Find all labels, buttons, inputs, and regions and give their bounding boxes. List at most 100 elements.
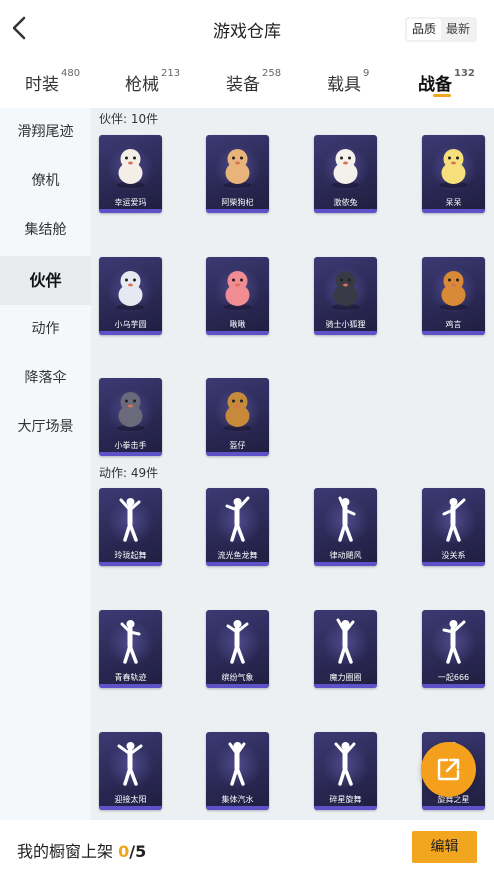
- showcase-status: 我的橱窗上架 0/5: [17, 838, 146, 862]
- tab-count: 480: [61, 68, 81, 79]
- sort-option-quality[interactable]: 品质: [407, 19, 441, 40]
- emote-card[interactable]: 集体汽水: [206, 732, 269, 810]
- tab-count: 9: [363, 68, 370, 79]
- item-grid: 伙伴: 10件 幸运爱玛 阿柴狗杞 激依兔 呆呆 小乌芋圆 啾啾 骑士小狐狸 鸡…: [91, 108, 494, 820]
- dancer-silhouette-icon: [225, 496, 250, 542]
- sidebar-item-companion[interactable]: 伙伴: [0, 256, 91, 305]
- tab-vehicles[interactable]: 载具9: [327, 68, 370, 95]
- sidebar-item-rally-pod[interactable]: 集结舱: [0, 206, 91, 255]
- tab-equipment[interactable]: 装备258: [226, 68, 281, 95]
- dancer-silhouette-icon: [336, 618, 355, 664]
- section-label-emote: 动作: 49件: [99, 466, 159, 480]
- companion-card[interactable]: 阿柴狗杞: [206, 135, 269, 213]
- card-stripe: [206, 806, 269, 810]
- companion-figure-icon: [439, 271, 468, 310]
- card-stripe: [422, 562, 485, 566]
- card-stripe: [314, 806, 377, 810]
- sidebar-item-wingman[interactable]: 僚机: [0, 157, 91, 206]
- companion-name: 阿柴狗杞: [221, 198, 254, 207]
- card-stripe: [206, 331, 269, 335]
- card-stripe: [99, 806, 162, 810]
- companion-card[interactable]: 骑士小狐狸: [314, 257, 377, 335]
- card-stripe: [99, 684, 162, 688]
- emote-card[interactable]: 玲珑起舞: [99, 488, 162, 566]
- edit-button[interactable]: 编辑: [412, 831, 477, 863]
- card-stripe: [99, 452, 162, 456]
- companion-figure-icon: [223, 392, 252, 431]
- app-root: 游戏仓库 品质 最新 时装480 枪械213 装备258 载具9 战备132 滑…: [0, 0, 494, 875]
- card-stripe: [99, 209, 162, 213]
- emote-card[interactable]: 没关系: [422, 488, 485, 566]
- companion-card[interactable]: 小拳击手: [99, 378, 162, 456]
- showcase-count: 0: [118, 842, 130, 861]
- card-stripe: [206, 562, 269, 566]
- tab-count: 213: [161, 68, 181, 79]
- emote-card[interactable]: 魔力圈圈: [314, 610, 377, 688]
- dancer-silhouette-icon: [120, 620, 141, 664]
- sort-toggle[interactable]: 品质 最新: [405, 17, 477, 42]
- companion-figure-icon: [223, 271, 252, 310]
- emote-card[interactable]: 流光鱼龙舞: [206, 488, 269, 566]
- sidebar-item-parachute[interactable]: 降落伞: [0, 354, 91, 403]
- emote-card[interactable]: 一起666: [422, 610, 485, 688]
- emote-name: 青春轨迹: [114, 673, 147, 682]
- companion-card[interactable]: 盔仔: [206, 378, 269, 456]
- dancer-silhouette-icon: [228, 742, 246, 786]
- section-label-companion: 伙伴: 10件: [99, 112, 159, 126]
- companion-card[interactable]: 鸡言: [422, 257, 485, 335]
- emote-card[interactable]: 迎接太阳: [99, 732, 162, 810]
- dancer-silhouette-icon: [117, 742, 143, 786]
- card-stripe: [206, 209, 269, 213]
- active-tab-indicator: [433, 94, 451, 97]
- sidebar-item-emote[interactable]: 动作: [0, 305, 91, 354]
- companion-card[interactable]: 呆呆: [422, 135, 485, 213]
- emote-name: 律动飓风: [329, 551, 362, 560]
- emote-name: 没关系: [441, 551, 466, 560]
- tab-combat-prep[interactable]: 战备132: [418, 68, 475, 95]
- dancer-silhouette-icon: [442, 498, 466, 542]
- companion-name: 激依兔: [333, 198, 358, 207]
- card-stripe: [206, 452, 269, 456]
- dancer-silhouette-icon: [334, 742, 356, 786]
- sidebar: 滑翔尾迹 僚机 集结舱 伙伴 动作 降落伞 大厅场景: [0, 108, 91, 820]
- companion-name: 小乌芋圆: [114, 320, 147, 329]
- tab-label: 时装: [25, 75, 59, 95]
- emote-name: 魔力圈圈: [329, 673, 362, 682]
- card-stripe: [99, 331, 162, 335]
- tab-guns[interactable]: 枪械213: [125, 68, 181, 95]
- showcase-total: /5: [129, 842, 147, 861]
- companion-name: 幸运爱玛: [114, 198, 147, 207]
- companion-figure-icon: [116, 149, 145, 188]
- companion-card[interactable]: 激依兔: [314, 135, 377, 213]
- tab-label: 战备: [418, 75, 452, 95]
- emote-card[interactable]: 缤纷气象: [206, 610, 269, 688]
- share-button[interactable]: [421, 742, 476, 797]
- companion-card[interactable]: 幸运爱玛: [99, 135, 162, 213]
- companion-name: 呆呆: [445, 198, 462, 207]
- companion-card[interactable]: 小乌芋圆: [99, 257, 162, 335]
- companion-figure-icon: [116, 271, 145, 310]
- companion-card[interactable]: 啾啾: [206, 257, 269, 335]
- emote-name: 集体汽水: [221, 795, 254, 804]
- card-stripe: [422, 684, 485, 688]
- card-stripe: [314, 209, 377, 213]
- card-stripe: [314, 684, 377, 688]
- emote-card[interactable]: 律动飓风: [314, 488, 377, 566]
- emote-name: 一起666: [437, 673, 470, 682]
- card-stripe: [422, 331, 485, 335]
- companion-name: 小拳击手: [114, 441, 147, 450]
- category-tabs: 时装480 枪械213 装备258 载具9 战备132: [0, 62, 494, 102]
- emote-card[interactable]: 碎星旋舞: [314, 732, 377, 810]
- companion-name: 骑士小狐狸: [325, 320, 366, 329]
- dancer-silhouette-icon: [442, 620, 466, 664]
- card-stripe: [422, 209, 485, 213]
- sidebar-item-glide-trail[interactable]: 滑翔尾迹: [0, 108, 91, 157]
- emote-card[interactable]: 青春轨迹: [99, 610, 162, 688]
- emote-name: 碎星旋舞: [329, 795, 362, 804]
- tab-fashion[interactable]: 时装480: [25, 68, 81, 95]
- emote-name: 玲珑起舞: [114, 551, 147, 560]
- companion-name: 啾啾: [229, 320, 246, 329]
- sidebar-item-lobby-scene[interactable]: 大厅场景: [0, 403, 91, 452]
- sort-option-newest[interactable]: 最新: [441, 19, 475, 40]
- share-icon: [437, 758, 460, 781]
